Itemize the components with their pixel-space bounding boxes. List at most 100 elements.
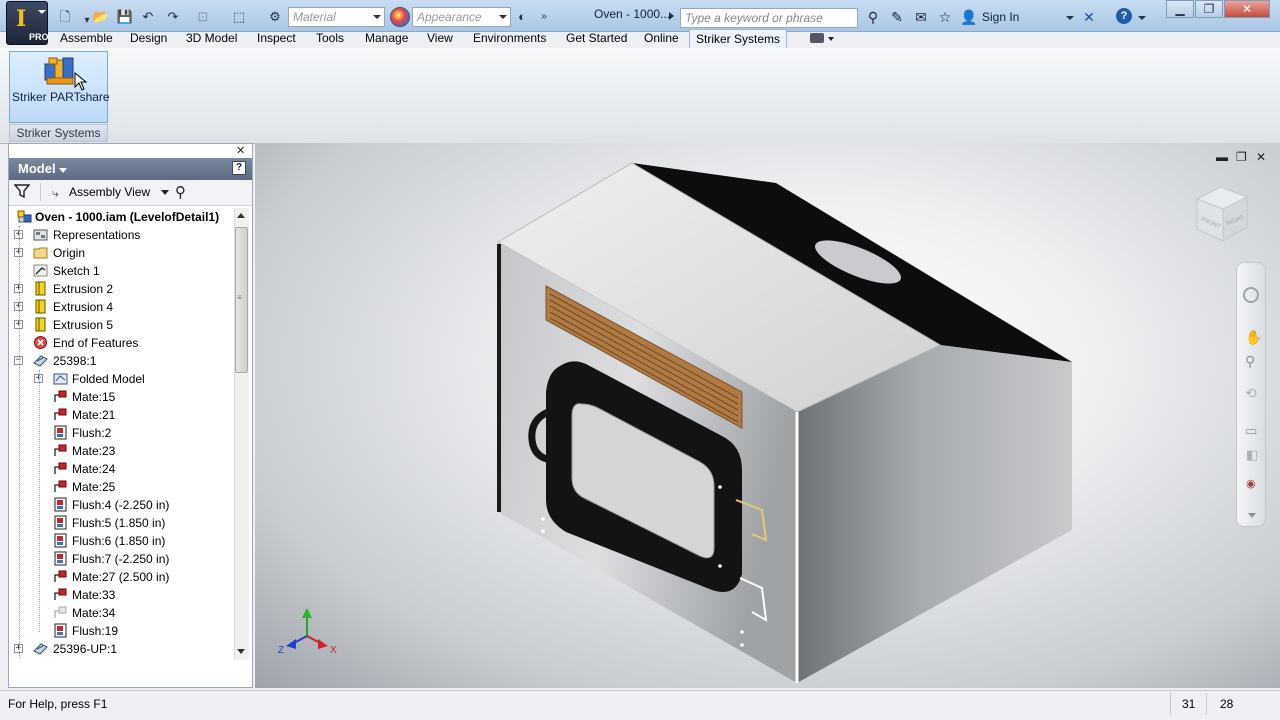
oven-3d-model[interactable] [480,150,1100,690]
browser-help-icon[interactable]: ? [232,161,246,175]
chevron-down-icon[interactable] [828,37,834,41]
communication-center-icon[interactable]: ✉ [912,8,930,26]
undo-icon[interactable]: ↶ [139,8,157,26]
tree-item-label: Extrusion 4 [53,300,114,314]
tree-item[interactable]: Mate:21 [12,406,234,424]
update-icon[interactable]: ⚙ [266,8,284,26]
tree-item-label: Sketch 1 [53,264,100,278]
tree-item-label: Mate:24 [72,462,116,476]
tab-environments[interactable]: Environments [467,29,552,48]
tree-item-label: Mate:21 [72,408,116,422]
open-documents-count: 28 [1220,697,1234,711]
steering-wheel-icon[interactable] [1243,287,1259,303]
tree-item[interactable]: Flush:4 (-2.250 in) [12,496,234,514]
tree-item[interactable]: + Folded Model [12,370,234,388]
tree-item[interactable]: Flush:19 [12,622,234,640]
search-input[interactable]: Type a keyword or phrase [680,8,858,28]
appearance-dropdown[interactable]: Appearance [412,7,511,27]
more-tools-icon[interactable]: » [535,8,553,26]
chevron-down-icon[interactable] [161,190,169,195]
tree-item[interactable]: −25398:1 [12,352,234,370]
tree-item[interactable]: +25396-UP:1 [12,640,234,658]
minimize-window-button[interactable]: ▁ [1166,0,1194,18]
tree-item[interactable]: + Extrusion 5 [12,316,234,334]
tab-view[interactable]: View [421,29,459,48]
close-icon[interactable]: ✕ [236,144,245,157]
tree-item-label: 25398:1 [53,354,97,368]
navigation-options-icon[interactable]: ◉ [1246,477,1256,490]
tree-item[interactable]: Mate:27 (2.500 in) [12,568,234,586]
tree-item[interactable]: Mate:33 [12,586,234,604]
tree-item[interactable]: Mate:15 [12,388,234,406]
tab-3d-model[interactable]: 3D Model [180,29,243,48]
tab-online[interactable]: Online [638,29,685,48]
chevron-down-icon[interactable] [1248,513,1256,518]
binoculars-icon[interactable]: ⚲ [175,183,186,201]
tree-item-label: Mate:25 [72,480,116,494]
select-filter-icon[interactable]: ⬚ [230,8,248,26]
tree-item[interactable]: + Origin [12,244,234,262]
viewport-minimize-icon[interactable]: ▬ [1216,150,1228,164]
tree-item[interactable]: Sketch 1 [12,262,234,280]
restore-window-button[interactable]: ❐ [1195,0,1223,18]
tree-item[interactable]: Mate:25 [12,478,234,496]
application-menu-button[interactable]: I PRO [6,1,49,45]
favorites-star-icon[interactable]: ☆ [936,8,954,26]
help-icon[interactable]: ? [1116,8,1132,24]
tab-design[interactable]: Design [124,29,173,48]
scroll-up-icon[interactable] [237,213,245,218]
tree-item[interactable]: + Representations [12,226,234,244]
exchange-x-icon[interactable]: ✕ [1080,8,1098,26]
pan-hand-icon[interactable]: ✋ [1245,329,1262,346]
tab-get-started[interactable]: Get Started [560,29,633,48]
zoom-icon[interactable]: ⚲ [1245,353,1255,370]
striker-partshare-button[interactable] [9,51,108,123]
filter-icon[interactable] [14,184,30,198]
tree-item[interactable]: Flush:7 (-2.250 in) [12,550,234,568]
save-icon[interactable]: 💾 [116,8,134,26]
tab-assemble[interactable]: Assemble [54,29,119,48]
tree-item[interactable]: Flush:6 (1.850 in) [12,532,234,550]
tab-manage[interactable]: Manage [359,29,414,48]
sign-in-link[interactable]: Sign In [982,10,1019,24]
clear-appearance-icon[interactable]: ◐ [513,8,531,26]
viewport-close-icon[interactable]: ✕ [1256,150,1266,164]
redo-icon[interactable]: ↷ [164,8,182,26]
tree-item-label: Flush:19 [72,624,119,638]
new-file-icon[interactable]: 🗋 [56,8,74,26]
sketch-icon [33,263,48,278]
tree-item[interactable]: End of Features [12,334,234,352]
model-browser-title[interactable]: Model [18,161,56,176]
tree-item[interactable]: Flush:5 (1.850 in) [12,514,234,532]
tree-item[interactable]: + Extrusion 4 [12,298,234,316]
tree-item[interactable]: Mate:34 [12,604,234,622]
assembly-view-label[interactable]: Assembly View [69,185,150,199]
chevron-down-icon[interactable] [1066,16,1074,20]
tree-item[interactable]: Oven - 1000.iam (LevelofDetail1) [12,208,234,226]
viewport-restore-icon[interactable]: ❐ [1236,150,1247,164]
user-icon[interactable]: 👤 [960,8,978,26]
look-at-icon[interactable]: ▭ [1245,423,1257,439]
orbit-icon[interactable]: ⟲ [1245,385,1257,402]
view-face-icon[interactable]: ◧ [1246,447,1258,463]
appearance-swatch-icon[interactable] [390,7,410,27]
binoculars-icon[interactable]: ⚲ [864,8,882,26]
chevron-down-icon[interactable] [1138,16,1146,20]
tab-striker-systems[interactable]: Striker Systems [689,29,788,48]
material-dropdown[interactable]: Material [288,7,385,27]
document-title: Oven - 1000... [594,7,671,21]
tree-item[interactable]: + Extrusion 2 [12,280,234,298]
chevron-down-icon[interactable] [59,168,67,173]
return-icon[interactable]: ⊡ [194,8,212,26]
close-window-button[interactable]: ✕ [1224,0,1270,18]
ribbon-display-icon[interactable] [810,33,824,43]
open-folder-icon[interactable]: 📂 [92,8,110,26]
scroll-down-icon[interactable] [237,649,245,654]
tools-icon[interactable]: ✎ [888,8,906,26]
tab-tools[interactable]: Tools [310,29,350,48]
tree-item[interactable]: Mate:24 [12,460,234,478]
tree-item[interactable]: Flush:2 [12,424,234,442]
viewcube[interactable]: FRONT RIGHT [1193,185,1251,243]
tree-item[interactable]: Mate:23 [12,442,234,460]
tab-inspect[interactable]: Inspect [251,29,302,48]
